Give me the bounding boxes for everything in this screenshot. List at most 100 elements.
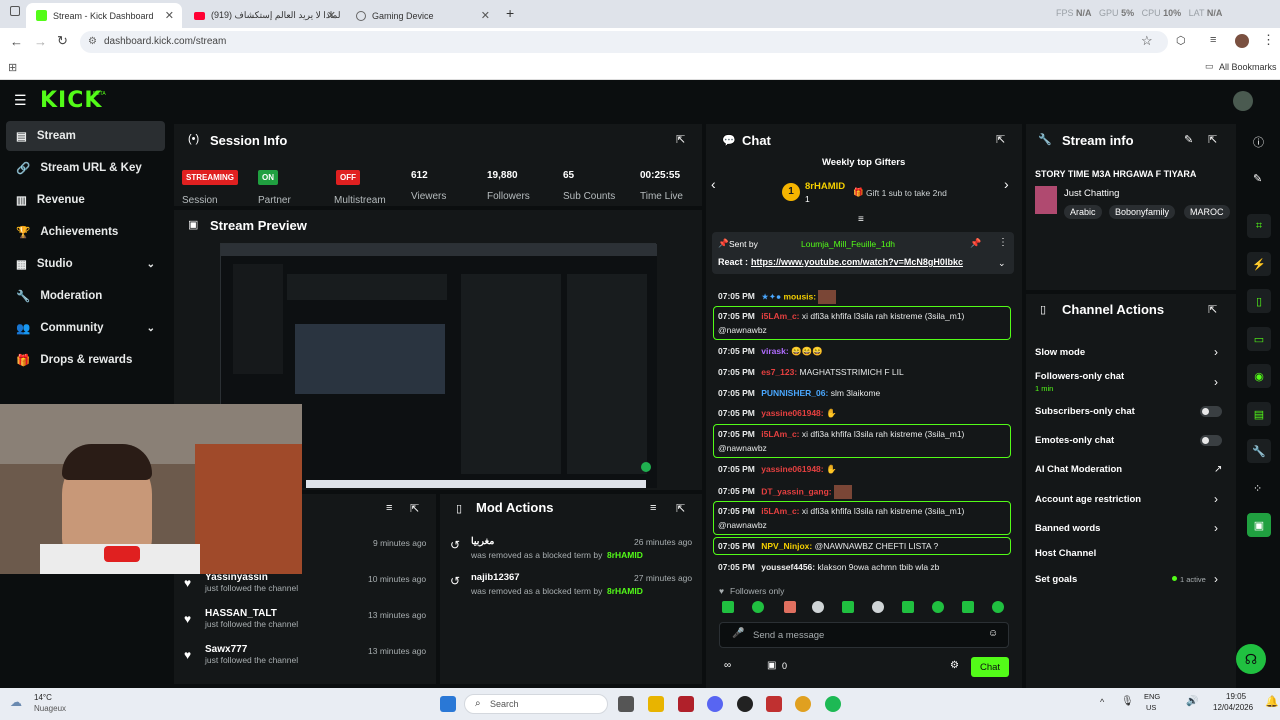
mod-by-user[interactable]: 8rHAMID — [607, 586, 643, 596]
message-user[interactable]: i5LAm_c: — [761, 311, 799, 321]
sidebar-item-achievements[interactable]: 🏆 Achievements — [6, 217, 165, 247]
expand-icon[interactable]: ⇱ — [1208, 133, 1217, 146]
emote-icon[interactable] — [812, 601, 824, 613]
action-followers-only[interactable]: Followers-only chat — [1035, 371, 1124, 382]
task-view-icon[interactable] — [618, 696, 634, 712]
subscribers-only-toggle[interactable] — [1200, 406, 1222, 417]
reload-icon[interactable]: ↻ — [57, 33, 68, 49]
sidebar-item-drops-rewards[interactable]: 🎁 Drops & rewards — [6, 345, 165, 375]
obs-icon[interactable] — [737, 696, 753, 712]
forward-icon[interactable]: → — [34, 34, 47, 49]
filter-icon[interactable]: ≡ — [858, 214, 864, 225]
community-icon[interactable]: ⁘ — [1253, 482, 1262, 495]
edit-pencil-icon[interactable]: ✎ — [1184, 133, 1193, 146]
emote-icon[interactable] — [784, 601, 796, 613]
external-link-icon[interactable]: ↗ — [1214, 464, 1222, 475]
tag-pill[interactable]: Arabic — [1064, 205, 1102, 219]
tab-kick-dashboard[interactable]: Stream - Kick Dashboard ✕ — [26, 3, 182, 28]
rail-document-icon[interactable]: ▯ — [1247, 289, 1271, 313]
sidebar-item-moderation[interactable]: 🔧 Moderation — [6, 281, 165, 311]
profile-avatar[interactable] — [1235, 34, 1249, 48]
tray-chevron-icon[interactable]: ^ — [1100, 697, 1104, 707]
emote-icon[interactable] — [752, 601, 764, 613]
filter-icon[interactable]: ≡ — [386, 502, 392, 514]
edit-pencil-icon[interactable]: ✎ — [1253, 172, 1262, 185]
rail-green-icon[interactable]: ▣ — [1247, 513, 1271, 537]
unpin-icon[interactable]: 📌 — [970, 238, 981, 249]
mod-target-user[interactable]: مغربيا — [471, 536, 494, 547]
close-icon[interactable]: ✕ — [481, 9, 490, 22]
site-info-icon[interactable]: ⚙ — [88, 31, 97, 53]
media-icon[interactable]: ≡ — [1210, 34, 1216, 46]
notifications-icon[interactable]: 🔔 — [1265, 695, 1279, 708]
rail-clipboard-icon[interactable]: ▤ — [1247, 402, 1271, 426]
action-set-goals[interactable]: Set goals — [1035, 574, 1077, 585]
emote-icon[interactable] — [902, 601, 914, 613]
expand-icon[interactable]: ⇱ — [410, 502, 419, 515]
message-user[interactable]: PUNNISHER_06: — [761, 388, 828, 398]
more-icon[interactable]: ⋮ — [998, 237, 1008, 248]
chevron-right-icon[interactable]: › — [1214, 492, 1218, 506]
app-icon[interactable] — [678, 696, 694, 712]
chevron-left-icon[interactable]: ‹ — [711, 176, 716, 192]
undo-icon[interactable]: ↺ — [450, 574, 460, 588]
sidebar-item-stream-url-key[interactable]: 🔗 Stream URL & Key — [6, 153, 165, 183]
help-headset-icon[interactable]: ☊ — [1236, 644, 1266, 674]
pinned-by-user[interactable]: Loumja_Mill_Feuille_1dh — [801, 239, 895, 249]
expand-icon[interactable]: ⇱ — [1208, 303, 1217, 316]
filter-icon[interactable]: ≡ — [650, 502, 656, 514]
new-tab-icon[interactable]: + — [506, 5, 514, 21]
message-user[interactable]: es7_123: — [761, 367, 797, 377]
back-icon[interactable]: ← — [10, 34, 23, 49]
emote-icon[interactable] — [842, 601, 854, 613]
emote-icon[interactable] — [872, 601, 884, 613]
expand-icon[interactable]: ⇱ — [996, 133, 1005, 146]
chevron-down-icon[interactable]: ⌄ — [998, 258, 1006, 269]
mic-icon[interactable]: 🎤 — [732, 628, 744, 639]
message-user[interactable]: mousis: — [784, 291, 817, 301]
rail-broadcast-icon[interactable]: ◉ — [1247, 364, 1271, 388]
reward-icon[interactable]: ∞ — [724, 660, 731, 671]
action-slow-mode[interactable]: Slow mode — [1035, 347, 1085, 358]
message-user[interactable]: virask: — [761, 346, 788, 356]
tag-pill[interactable]: Bobonyfamily — [1109, 205, 1176, 219]
message-user[interactable]: i5LAm_c: — [761, 506, 799, 516]
rail-bolt-icon[interactable]: ⚡ — [1247, 252, 1271, 276]
discord-icon[interactable] — [707, 696, 723, 712]
clock-date[interactable]: 12/04/2026 — [1213, 703, 1253, 712]
rail-chat-icon[interactable]: ▭ — [1247, 327, 1271, 351]
emote-icon[interactable] — [722, 601, 734, 613]
expand-icon[interactable]: ⇱ — [676, 502, 685, 515]
message-user[interactable]: youssef4456: — [761, 562, 815, 572]
settings-gear-icon[interactable]: ⚙ — [950, 660, 959, 671]
action-host-channel[interactable]: Host Channel — [1035, 548, 1096, 559]
action-ai-moderation[interactable]: AI Chat Moderation — [1035, 464, 1122, 475]
action-subscribers-only[interactable]: Subscribers-only chat — [1035, 406, 1135, 417]
sidebar-item-studio[interactable]: ▦ Studio ⌄ — [6, 249, 165, 279]
all-bookmarks-link[interactable]: All Bookmarks — [1219, 62, 1277, 72]
tab-search-icon[interactable] — [10, 6, 20, 16]
spotify-icon[interactable] — [825, 696, 841, 712]
action-emotes-only[interactable]: Emotes-only chat — [1035, 435, 1114, 446]
url-field[interactable]: ⚙ dashboard.kick.com/stream — [80, 31, 1168, 53]
close-icon[interactable]: ✕ — [165, 9, 174, 22]
chrome-icon[interactable] — [795, 696, 811, 712]
menu-dots-icon[interactable]: ⋮ — [1262, 32, 1275, 48]
lang-region[interactable]: US — [1146, 703, 1156, 712]
emote-icon[interactable] — [992, 601, 1004, 613]
extensions-icon[interactable]: ⬡ — [1176, 34, 1186, 47]
chevron-right-icon[interactable]: › — [1214, 345, 1218, 359]
rail-wrench-icon[interactable]: 🔧 — [1247, 439, 1271, 463]
message-user[interactable]: i5LAm_c: — [761, 429, 799, 439]
apps-grid-icon[interactable]: ⊞ — [8, 61, 17, 74]
category-thumbnail[interactable] — [1035, 186, 1057, 214]
close-icon[interactable]: ✕ — [327, 9, 336, 22]
pinned-link[interactable]: https://www.youtube.com/watch?v=McN8gH0l… — [751, 257, 963, 267]
action-banned-words[interactable]: Banned words — [1035, 523, 1100, 534]
chevron-right-icon[interactable]: › — [1214, 375, 1218, 389]
info-icon[interactable]: ⓘ — [1253, 134, 1264, 150]
emote-icon[interactable] — [962, 601, 974, 613]
star-icon[interactable]: ☆ — [1141, 33, 1153, 49]
hamburger-menu-icon[interactable]: ☰ — [14, 92, 27, 109]
emotes-only-toggle[interactable] — [1200, 435, 1222, 446]
